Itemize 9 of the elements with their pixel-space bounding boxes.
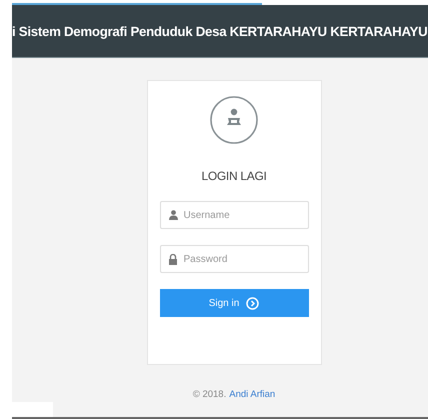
sign-in-button[interactable]: Sign in (160, 289, 308, 317)
chevron-right-icon (246, 296, 260, 310)
page-title: i Sistem Demografi Penduduk Desa KERTARAHAYU KERTARAHAYU (12, 24, 428, 38)
username-field[interactable]: Username (160, 201, 308, 229)
password-field[interactable]: Password (160, 245, 308, 273)
reader-icon (209, 95, 259, 145)
author-link[interactable]: Andi Arfian (229, 389, 276, 400)
copyright-text: © 2018. (192, 389, 226, 400)
login-heading: LOGIN LAGI (201, 169, 267, 183)
